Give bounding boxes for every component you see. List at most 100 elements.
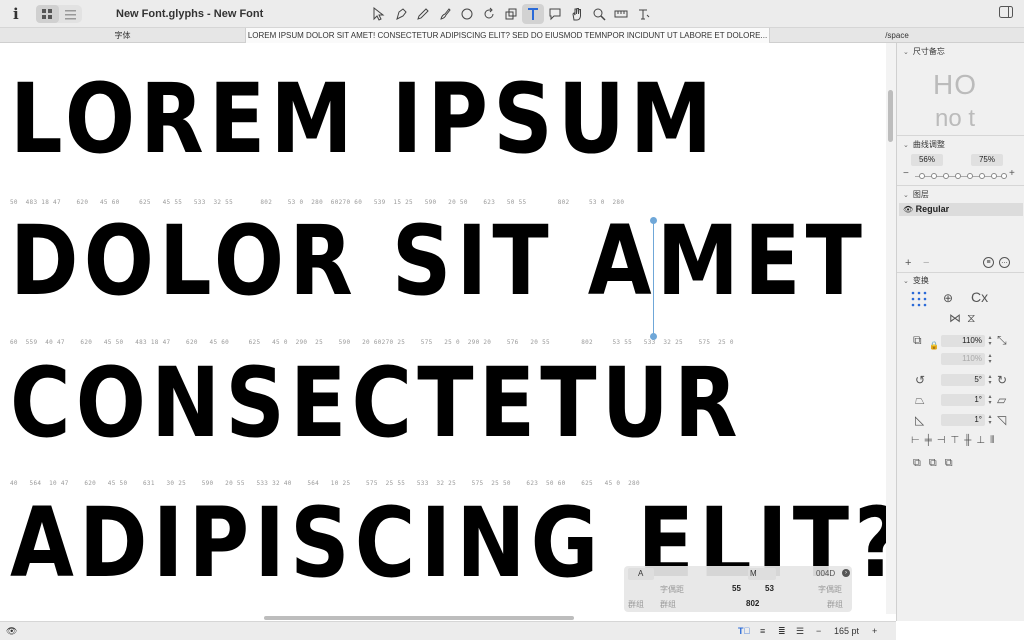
cursor-handle-bottom[interactable] xyxy=(650,333,657,340)
rotate-stepper[interactable]: ▴ ▾ xyxy=(986,374,994,386)
curve-slider[interactable]: − + xyxy=(903,168,1017,181)
slider-dot[interactable] xyxy=(1001,173,1007,179)
skew-right-icon[interactable]: ◹ xyxy=(997,413,1006,427)
scale-tool-icon[interactable] xyxy=(500,4,522,24)
right-glyph-field[interactable]: M xyxy=(748,568,776,580)
rsb-value[interactable]: 53 xyxy=(765,584,774,593)
width-value[interactable]: 802 xyxy=(746,599,759,608)
annotation-tool-icon[interactable] xyxy=(544,4,566,24)
skew-left-icon[interactable]: ◺ xyxy=(915,413,924,427)
mirror-vertical-icon[interactable]: ⧖ xyxy=(967,311,975,326)
zoom-out-button[interactable]: − xyxy=(816,626,821,636)
slant-left-icon[interactable]: ⏢ xyxy=(915,393,925,408)
align-right-icon[interactable]: ⊣ xyxy=(937,435,946,446)
scale-icon[interactable]: ⧉ xyxy=(913,333,922,348)
pencil-tool-icon[interactable] xyxy=(412,4,434,24)
edit-canvas[interactable]: LOREM IPSUM 50 483 18 47 620 45 60 625 4… xyxy=(0,43,886,614)
slider-dot[interactable] xyxy=(919,173,925,179)
slant-b-field[interactable]: 1° xyxy=(941,414,985,426)
eye-icon[interactable]: 👁 xyxy=(903,205,913,214)
slant-a-field[interactable]: 1° xyxy=(941,394,985,406)
slider-dot[interactable] xyxy=(955,173,961,179)
union-icon[interactable]: ⧉ xyxy=(913,457,921,470)
select-tool-icon[interactable] xyxy=(368,4,390,24)
subtract-icon[interactable]: ⧉ xyxy=(929,457,937,470)
measure-tool-icon[interactable] xyxy=(610,4,632,24)
filter-icon[interactable]: ≡ xyxy=(983,257,994,268)
paragraph-icon[interactable]: ☰ xyxy=(796,626,804,637)
slider-dot[interactable] xyxy=(943,173,949,179)
more-options-icon[interactable]: … xyxy=(999,257,1010,268)
rotate-ccw-icon[interactable]: ↺ xyxy=(915,373,925,387)
apply-scale-icon[interactable]: ⤡ xyxy=(997,333,1007,348)
text-line-1[interactable]: LOREM IPSUM xyxy=(10,71,717,167)
slider-dot[interactable] xyxy=(979,173,985,179)
sidebar-toggle-icon[interactable] xyxy=(999,6,1013,21)
preview-eye-icon[interactable]: 👁 xyxy=(6,626,17,637)
lock-icon[interactable]: 🔒 xyxy=(929,341,939,350)
scale-y-field[interactable]: 110% xyxy=(941,353,985,365)
slant-right-icon[interactable]: ▱ xyxy=(997,393,1006,407)
tab-space[interactable]: /space xyxy=(770,28,1024,43)
dimensions-header[interactable]: ⌄ 尺寸备忘 xyxy=(903,46,945,57)
slider-dot[interactable] xyxy=(991,173,997,179)
rotate-field[interactable]: 5° xyxy=(941,374,985,386)
hand-tool-icon[interactable] xyxy=(566,4,588,24)
vertical-scroll-thumb[interactable] xyxy=(888,90,893,142)
plus-icon[interactable]: + xyxy=(1009,168,1015,179)
crosshair-icon[interactable]: ⊕ xyxy=(943,291,953,305)
align-left-icon[interactable]: ⊢ xyxy=(911,435,920,446)
type-tool-icon[interactable] xyxy=(632,4,654,24)
zoom-in-button[interactable]: + xyxy=(872,626,877,636)
intersect-icon[interactable]: ⧉ xyxy=(945,457,953,470)
transform-header[interactable]: ⌄ 变换 xyxy=(903,275,929,286)
align-center-h-icon[interactable]: ╪ xyxy=(925,435,932,446)
text-line-3[interactable]: CONSECTETUR xyxy=(10,355,743,451)
align-left-text-icon[interactable]: ≡ xyxy=(760,626,765,636)
slider-dot[interactable] xyxy=(931,173,937,179)
curve-value-2[interactable]: 75% xyxy=(971,154,1003,166)
layers-header[interactable]: ⌄ 图层 xyxy=(903,189,929,200)
arrow-circle-icon[interactable]: › xyxy=(842,569,850,577)
tab-font[interactable]: 字体 xyxy=(0,28,246,43)
mirror-horizontal-icon[interactable]: ⋈ xyxy=(949,311,961,325)
curve-value-1[interactable]: 56% xyxy=(911,154,943,166)
add-layer-icon[interactable]: + xyxy=(905,257,911,269)
scale-x-stepper[interactable]: ▴ ▾ xyxy=(986,335,994,347)
unicode-value[interactable]: 004D xyxy=(816,569,835,578)
zoom-value[interactable]: 165 pt xyxy=(834,626,859,636)
grid-view-icon[interactable] xyxy=(36,5,59,23)
text-line-2[interactable]: DOLOR SIT AMET xyxy=(10,213,867,309)
scale-x-field[interactable]: 110% xyxy=(941,335,985,347)
cursor-handle-top[interactable] xyxy=(650,217,657,224)
remove-layer-icon[interactable]: − xyxy=(923,257,929,269)
draw-tool-icon[interactable] xyxy=(390,4,412,24)
rotate-cw-icon[interactable]: ↻ xyxy=(997,373,1007,387)
scale-y-stepper[interactable]: ▴ ▾ xyxy=(986,353,994,365)
list-view-icon[interactable] xyxy=(59,5,82,23)
align-top-icon[interactable]: ⊤ xyxy=(951,435,960,446)
align-bottom-icon[interactable]: ⊥ xyxy=(976,435,985,446)
slider-dot[interactable] xyxy=(967,173,973,179)
horizontal-scroll-thumb[interactable] xyxy=(264,616,574,620)
align-right-text-icon[interactable]: ≣ xyxy=(778,626,786,637)
brush-tool-icon[interactable] xyxy=(434,4,456,24)
left-glyph-field[interactable]: A xyxy=(628,568,654,580)
origin-grid-icon[interactable] xyxy=(911,291,927,310)
layer-row[interactable]: 👁 Regular xyxy=(899,203,1023,216)
distribute-icon[interactable]: ⫴ xyxy=(990,435,994,446)
lsb-value[interactable]: 55 xyxy=(732,584,741,593)
tab-text-edit[interactable]: LOREM IPSUM DOLOR SIT AMET! CONSECTETUR … xyxy=(246,28,770,43)
align-middle-icon[interactable]: ╫ xyxy=(964,435,971,446)
primitives-tool-icon[interactable] xyxy=(456,4,478,24)
zoom-tool-icon[interactable] xyxy=(588,4,610,24)
slant-a-stepper[interactable]: ▴ ▾ xyxy=(986,394,994,406)
curve-header[interactable]: ⌄ 曲线调整 xyxy=(903,139,945,150)
origin-cx-icon[interactable]: Cx xyxy=(971,289,988,305)
info-icon[interactable]: i xyxy=(13,5,19,23)
minus-icon[interactable]: − xyxy=(903,168,909,179)
text-tool-icon[interactable] xyxy=(522,4,544,24)
text-direction-icon[interactable]: T⃝ xyxy=(738,626,750,636)
rotate-tool-icon[interactable] xyxy=(478,4,500,24)
slant-b-stepper[interactable]: ▴ ▾ xyxy=(986,414,994,426)
